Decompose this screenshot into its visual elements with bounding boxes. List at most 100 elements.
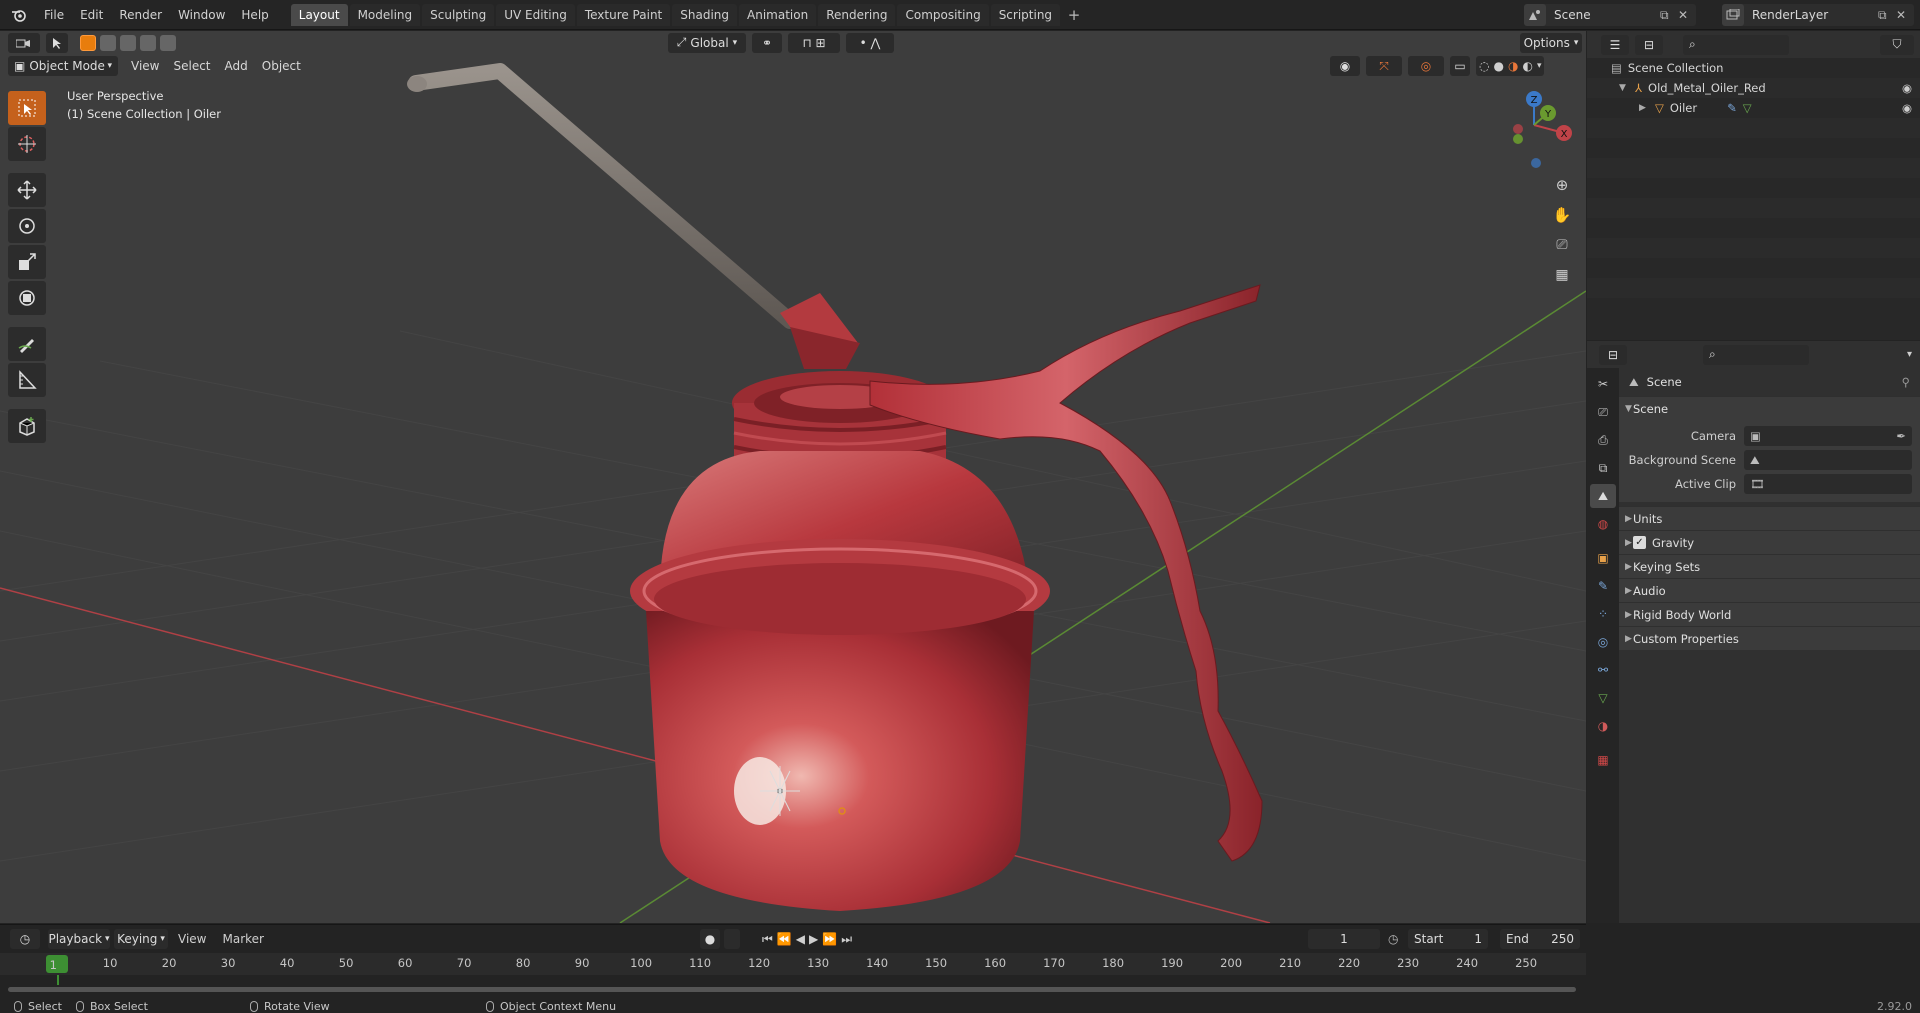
properties-editor-type-button[interactable]: ⊟ [1599, 344, 1627, 365]
audio-panel-header[interactable]: ▶ Audio [1619, 578, 1920, 602]
select-tool-mode-button[interactable] [46, 32, 68, 53]
play-reverse-icon[interactable]: ◀ [796, 932, 805, 946]
outliner-row-collection[interactable]: ▼ ⅄ Old_Metal_Oiler_Red ◉ [1587, 78, 1920, 98]
outliner-row-scene-collection[interactable]: ▤ Scene Collection [1587, 58, 1920, 78]
units-panel-header[interactable]: ▶ Units [1619, 506, 1920, 530]
eye-icon[interactable]: ◉ [1902, 101, 1912, 115]
ortho-toggle-button[interactable]: ▦ [1548, 261, 1576, 289]
rendered-shading-icon[interactable]: ◐ [1522, 59, 1532, 73]
transform-tool[interactable] [8, 281, 46, 315]
menu-window[interactable]: Window [170, 4, 233, 26]
menu-edit[interactable]: Edit [72, 4, 111, 26]
pan-view-button[interactable]: ✋ [1548, 201, 1576, 229]
physics-tab-icon[interactable]: ◎ [1590, 630, 1616, 654]
annotate-tool[interactable] [8, 327, 46, 361]
output-tab-icon[interactable]: ⎙ [1590, 428, 1616, 452]
solid-shading-icon[interactable]: ● [1493, 59, 1503, 73]
tab-shading[interactable]: Shading [672, 3, 737, 26]
chevron-down-icon[interactable]: ▾ [1537, 61, 1542, 71]
material-tab-icon[interactable]: ◑ [1590, 714, 1616, 738]
playhead[interactable]: 1 [46, 955, 68, 973]
start-frame-field[interactable]: Start 1 [1408, 929, 1488, 949]
menu-add[interactable]: Add [218, 59, 255, 73]
new-view-layer-icon[interactable]: ⧉ [1878, 8, 1896, 23]
material-shading-icon[interactable]: ◑ [1508, 59, 1518, 73]
current-frame-field[interactable]: 1 [1308, 929, 1380, 949]
camera-view-button[interactable]: ⎚ [1548, 231, 1576, 259]
gravity-checkbox[interactable]: ✓ [1633, 536, 1646, 549]
properties-search-input[interactable]: ⌕ [1703, 344, 1809, 365]
snapping-dropdown[interactable]: ⊓ ⊞ [788, 32, 840, 53]
viewport-scene[interactable] [0, 31, 1586, 923]
measure-tool[interactable] [8, 363, 46, 397]
jump-start-icon[interactable]: ⏮ [762, 932, 773, 947]
menu-object[interactable]: Object [255, 59, 308, 73]
jump-end-icon[interactable]: ⏭ [841, 932, 852, 947]
expand-arrow-icon[interactable]: ▶ [1639, 103, 1651, 113]
tab-compositing[interactable]: Compositing [897, 3, 989, 26]
proportional-editing-dropdown[interactable]: • ⋀ [846, 32, 894, 53]
blender-logo-icon[interactable] [6, 4, 32, 26]
rigid-body-world-panel-header[interactable]: ▶ Rigid Body World [1619, 602, 1920, 626]
view-layer-tab-icon[interactable]: ⧉ [1590, 456, 1616, 480]
overlay-toggle[interactable]: ◎ [1408, 56, 1444, 76]
remove-scene-icon[interactable]: ✕ [1678, 8, 1696, 22]
menu-view[interactable]: View [124, 59, 166, 73]
move-tool[interactable] [8, 173, 46, 207]
constraints-tab-icon[interactable]: ⚯ [1590, 658, 1616, 682]
navigation-gizmo[interactable]: Z X Y [1488, 83, 1578, 173]
jump-next-keyframe-icon[interactable]: ⏩ [822, 932, 837, 946]
render-tab-icon[interactable]: ⎚ [1590, 400, 1616, 424]
custom-properties-panel-header[interactable]: ▶ Custom Properties [1619, 626, 1920, 650]
frame-ruler[interactable]: 1 10 20 30 40 50 60 70 80 90 100 110 120 130 140 150 16… [0, 953, 1586, 975]
wireframe-shading-icon[interactable]: ◌ [1479, 59, 1489, 73]
keying-sets-panel-header[interactable]: ▶ Keying Sets [1619, 554, 1920, 578]
rotate-tool[interactable] [8, 209, 46, 243]
pin-icon[interactable]: ⚲ [1902, 375, 1910, 389]
menu-marker[interactable]: Marker [222, 932, 263, 946]
object-tab-icon[interactable]: ▣ [1590, 546, 1616, 570]
view-layer-selector[interactable]: RenderLayer ⧉ ✕ [1722, 4, 1914, 26]
xray-toggle[interactable]: ▭ [1450, 56, 1470, 76]
keying-dropdown[interactable]: Keying ▾ [114, 929, 168, 949]
gizmo-toggle[interactable]: ⤧ [1366, 56, 1402, 76]
add-workspace-button[interactable]: + [1064, 5, 1084, 25]
add-cube-tool[interactable] [8, 409, 46, 443]
menu-file[interactable]: File [36, 4, 72, 26]
camera-field[interactable]: ▣ ✒ [1744, 426, 1912, 446]
scene-name[interactable]: Scene [1546, 8, 1660, 22]
new-scene-icon[interactable]: ⧉ [1660, 8, 1678, 23]
background-scene-field[interactable]: ⛰ [1744, 450, 1912, 470]
view-layer-name[interactable]: RenderLayer [1744, 8, 1878, 22]
transform-orientation-dropdown[interactable]: ⤢ Global ▾ [668, 32, 746, 53]
tab-sculpting[interactable]: Sculpting [422, 3, 495, 26]
intersect-selection-icon[interactable] [160, 34, 176, 51]
object-mode-dropdown[interactable]: ▣ Object Mode ▾ [8, 56, 118, 76]
auto-keying-settings-button[interactable] [724, 929, 740, 949]
menu-render[interactable]: Render [111, 4, 170, 26]
tab-uv-editing[interactable]: UV Editing [496, 3, 575, 26]
expand-arrow-icon[interactable]: ▼ [1619, 83, 1631, 93]
new-selection-icon[interactable] [80, 34, 96, 51]
scene-selector[interactable]: Scene ⧉ ✕ [1524, 4, 1696, 26]
3d-viewport[interactable]: ⤢ Global ▾ ⚭ ⊓ ⊞ • ⋀ Options ▾ ▣ Object … [0, 31, 1586, 923]
world-tab-icon[interactable]: ◍ [1590, 512, 1616, 536]
tab-rendering[interactable]: Rendering [818, 3, 896, 26]
filter-button[interactable]: ⛉ [1880, 34, 1914, 55]
mesh-data-icon[interactable]: ▽ [1743, 101, 1752, 115]
pivot-point-dropdown[interactable]: ⚭ [752, 32, 782, 53]
scale-tool[interactable] [8, 245, 46, 279]
outliner-editor-type-button[interactable]: ☰ [1601, 34, 1629, 55]
tab-scripting[interactable]: Scripting [990, 3, 1061, 26]
end-frame-field[interactable]: End 250 [1500, 929, 1580, 949]
zoom-view-button[interactable]: ⊕ [1548, 171, 1576, 199]
scene-tab-icon[interactable]: ⛰ [1590, 484, 1616, 508]
visibility-dropdown[interactable]: ◉ [1330, 56, 1360, 76]
display-mode-button[interactable]: ⊟ [1635, 34, 1663, 55]
modifier-wrench-icon[interactable]: ✎ [1727, 101, 1737, 115]
tab-texture-paint[interactable]: Texture Paint [576, 3, 671, 26]
scene-panel-header[interactable]: ▼ Scene [1619, 396, 1920, 420]
tab-animation[interactable]: Animation [739, 3, 817, 26]
menu-help[interactable]: Help [233, 4, 276, 26]
eyedropper-icon[interactable]: ✒ [1896, 429, 1906, 443]
